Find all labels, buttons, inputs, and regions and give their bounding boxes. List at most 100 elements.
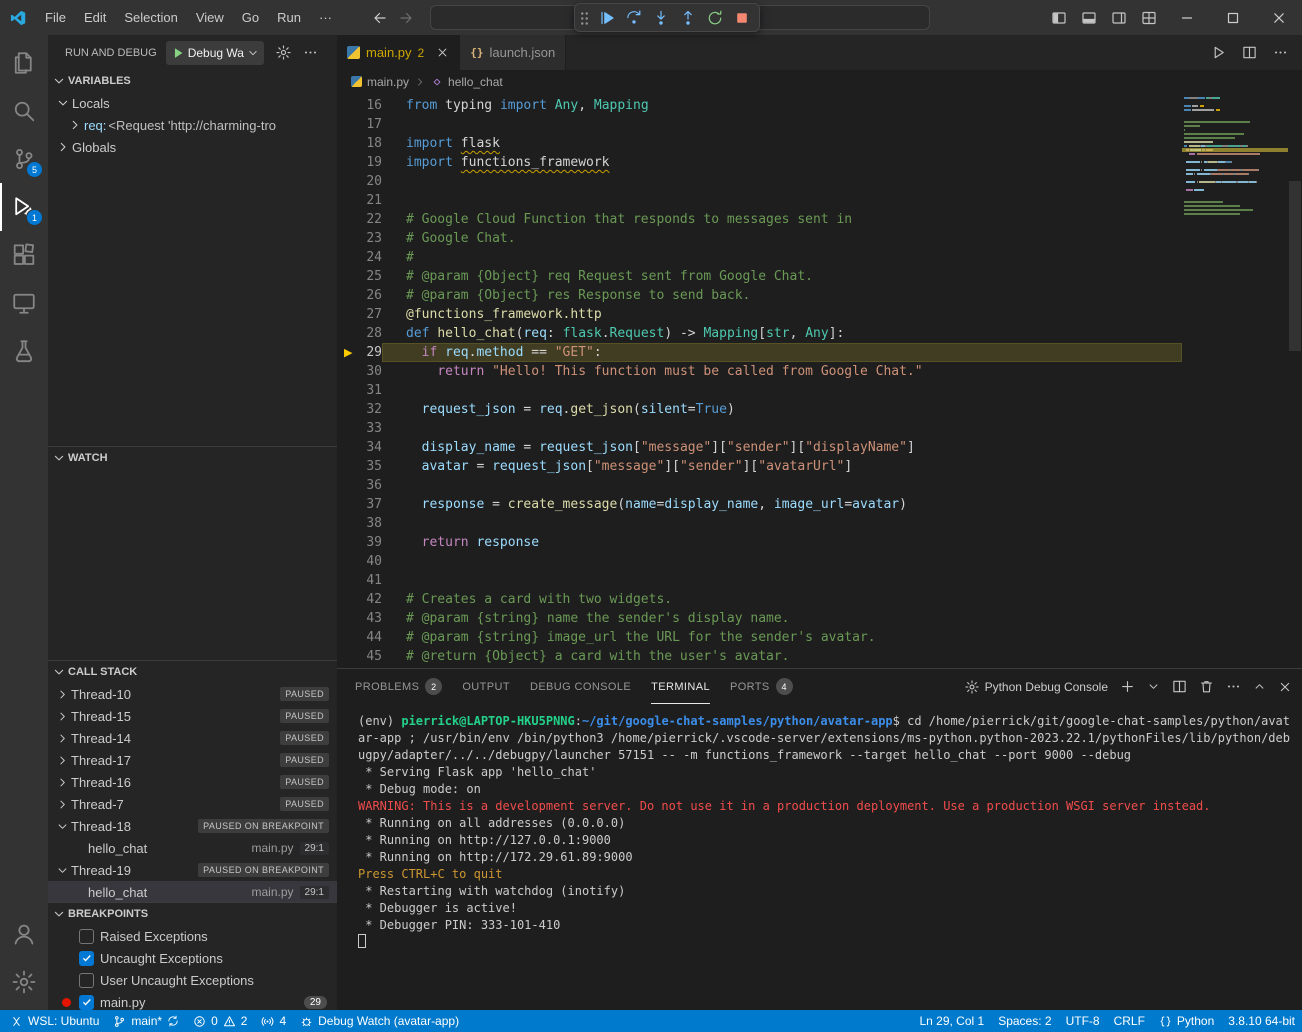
menu-[interactable]: ···	[310, 0, 341, 35]
problems-status[interactable]: 0 2	[186, 1010, 254, 1032]
line-number[interactable]: 34	[337, 438, 382, 457]
split-editor-icon[interactable]	[1242, 45, 1257, 60]
views-more-icon[interactable]	[303, 45, 318, 60]
menu-go[interactable]: Go	[233, 0, 268, 35]
callstack-thread[interactable]: Thread-19PAUSED ON BREAKPOINT	[48, 859, 337, 881]
panel-tab-debug-console[interactable]: DEBUG CONSOLE	[530, 669, 631, 704]
code-line[interactable]: 27@functions_framework.http	[337, 305, 1182, 324]
activity-source-control[interactable]: 5	[0, 135, 48, 183]
debug-step-into-button[interactable]	[649, 6, 673, 30]
variables-header[interactable]: VARIABLES	[48, 70, 337, 92]
breakpoint-row[interactable]: User Uncaught Exceptions	[48, 969, 337, 991]
line-number[interactable]: 25	[337, 267, 382, 286]
editor-more-actions-icon[interactable]	[1273, 45, 1288, 60]
activity-extensions[interactable]	[0, 231, 48, 279]
line-number[interactable]: 35	[337, 457, 382, 476]
line-number[interactable]: 45	[337, 647, 382, 666]
debug-restart-button[interactable]	[703, 6, 727, 30]
debug-stop-button[interactable]	[730, 6, 754, 30]
line-number[interactable]: 26	[337, 286, 382, 305]
callstack-thread[interactable]: Thread-14PAUSED	[48, 727, 337, 749]
callstack-thread[interactable]: Thread-17PAUSED	[48, 749, 337, 771]
line-number[interactable]: 19	[337, 153, 382, 172]
breadcrumb-symbol[interactable]: hello_chat	[448, 75, 503, 89]
line-number[interactable]: 30	[337, 362, 382, 381]
code-line[interactable]: 39 return response	[337, 533, 1182, 552]
code-line[interactable]: 18import flask	[337, 134, 1182, 153]
language-mode[interactable]: Python	[1152, 1010, 1221, 1032]
python-interpreter[interactable]: 3.8.10 64-bit	[1221, 1010, 1302, 1032]
debug-step-out-button[interactable]	[676, 6, 700, 30]
globals-row[interactable]: Globals	[48, 136, 337, 158]
debug-step-over-button[interactable]	[622, 6, 646, 30]
activity-settings[interactable]	[0, 958, 48, 1006]
code-line[interactable]: 44# @param {string} image_url the URL fo…	[337, 628, 1182, 647]
activity-accounts[interactable]	[0, 910, 48, 958]
code-line[interactable]: 45# @return {Object} a card with the use…	[337, 647, 1182, 666]
breakpoint-checkbox[interactable]	[79, 973, 94, 988]
activity-search[interactable]	[0, 87, 48, 135]
code-line[interactable]: ▶29 if req.method == "GET":	[337, 343, 1182, 362]
code-line[interactable]: 31	[337, 381, 1182, 400]
code-line[interactable]: 41	[337, 571, 1182, 590]
terminal-output[interactable]: (env) pierrick@LAPTOP-HKU5PNNG:~/git/goo…	[337, 704, 1302, 1010]
close-window-button[interactable]	[1256, 0, 1302, 35]
menu-run[interactable]: Run	[268, 0, 310, 35]
code-line[interactable]: 42# Creates a card with two widgets.	[337, 590, 1182, 609]
split-terminal-icon[interactable]	[1172, 679, 1187, 694]
breakpoint-row[interactable]: Uncaught Exceptions	[48, 947, 337, 969]
activity-explorer[interactable]	[0, 39, 48, 87]
breadcrumb-file[interactable]: main.py	[367, 75, 409, 89]
line-number[interactable]: 17	[337, 115, 382, 134]
line-number[interactable]: 41	[337, 571, 382, 590]
line-number[interactable]: 43	[337, 609, 382, 628]
terminal-dropdown-icon[interactable]	[1147, 680, 1160, 693]
callstack-thread[interactable]: Thread-10PAUSED	[48, 683, 337, 705]
line-number[interactable]: 16	[337, 96, 382, 115]
callstack-thread[interactable]: Thread-18PAUSED ON BREAKPOINT	[48, 815, 337, 837]
line-number[interactable]: 33	[337, 419, 382, 438]
code-line[interactable]: 26# @param {Object} res Response to send…	[337, 286, 1182, 305]
code-line[interactable]: 19import functions_framework	[337, 153, 1182, 172]
breakpoint-checkbox[interactable]	[79, 951, 94, 966]
code-line[interactable]: 16from typing import Any, Mapping	[337, 96, 1182, 115]
code-line[interactable]: 24#	[337, 248, 1182, 267]
git-branch-status[interactable]: main*	[106, 1010, 186, 1032]
activity-testing[interactable]	[0, 327, 48, 375]
tab-main-py[interactable]: main.py 2	[337, 35, 460, 70]
panel-tab-terminal[interactable]: TERMINAL	[651, 669, 710, 704]
toggle-panel-icon[interactable]	[1074, 0, 1104, 35]
code-line[interactable]: 36	[337, 476, 1182, 495]
drag-handle-icon[interactable]	[580, 10, 589, 25]
panel-tab-problems[interactable]: PROBLEMS2	[355, 669, 442, 704]
debug-settings-icon[interactable]	[276, 45, 291, 60]
menu-selection[interactable]: Selection	[115, 0, 186, 35]
remote-status[interactable]: WS​L: Ubuntu	[0, 1010, 106, 1032]
debug-config-dropdown[interactable]: Debug Wa	[166, 41, 264, 65]
code-line[interactable]: 21	[337, 191, 1182, 210]
line-number[interactable]: 21	[337, 191, 382, 210]
close-tab-icon[interactable]	[436, 46, 449, 59]
code-line[interactable]: 25# @param {Object} req Request sent fro…	[337, 267, 1182, 286]
tab-launch-json[interactable]: {} launch.json	[460, 35, 566, 70]
panel-more-actions-icon[interactable]	[1226, 679, 1241, 694]
minimap[interactable]	[1182, 96, 1288, 216]
callstack-thread[interactable]: Thread-16PAUSED	[48, 771, 337, 793]
callstack-thread[interactable]: Thread-7PAUSED	[48, 793, 337, 815]
code-line[interactable]: 22# Google Cloud Function that responds …	[337, 210, 1182, 229]
debug-continue-button[interactable]	[595, 6, 619, 30]
line-number[interactable]: 23	[337, 229, 382, 248]
code-line[interactable]: 35 avatar = request_json["message"]["sen…	[337, 457, 1182, 476]
line-number[interactable]: 36	[337, 476, 382, 495]
editor-scrollbar[interactable]	[1288, 93, 1302, 668]
indentation[interactable]: Spaces: 2	[991, 1010, 1058, 1032]
call-stack-header[interactable]: CALL STACK	[48, 661, 337, 683]
toggle-secondary-sidebar-icon[interactable]	[1104, 0, 1134, 35]
kill-terminal-icon[interactable]	[1199, 679, 1214, 694]
callstack-thread[interactable]: Thread-15PAUSED	[48, 705, 337, 727]
back-icon[interactable]	[372, 10, 388, 26]
breakpoint-checkbox[interactable]	[79, 929, 94, 944]
line-number[interactable]: 32	[337, 400, 382, 419]
breakpoints-header[interactable]: BREAKPOINTS	[48, 903, 337, 925]
line-number[interactable]: 20	[337, 172, 382, 191]
